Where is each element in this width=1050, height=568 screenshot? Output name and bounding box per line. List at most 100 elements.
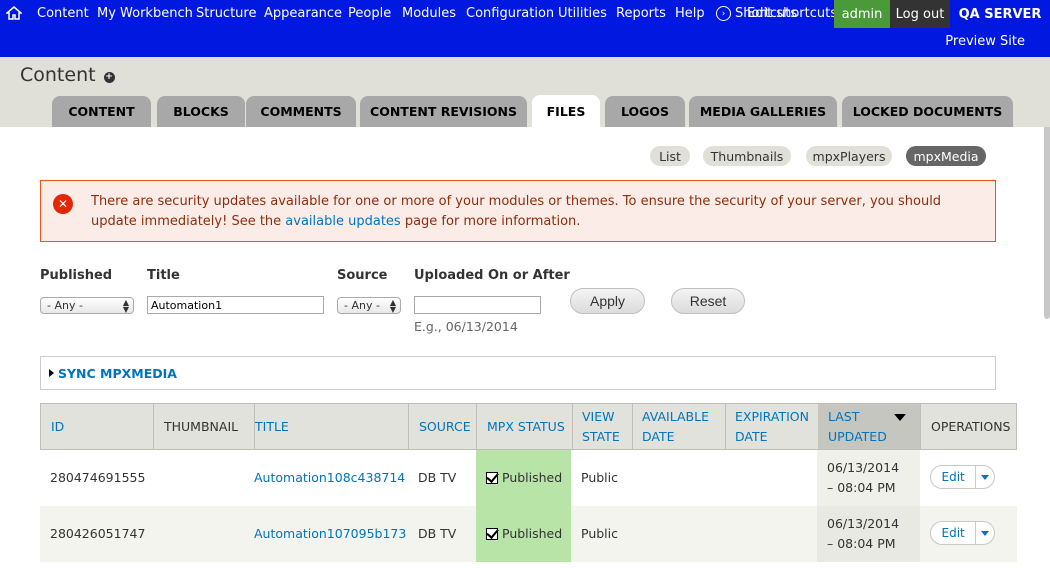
logout-link[interactable]: Log out <box>890 0 950 28</box>
published-label: Published <box>40 268 113 283</box>
preview-site-link[interactable]: Preview Site <box>945 34 1025 49</box>
cell-id: 280426051747 <box>50 526 146 541</box>
select-arrows-icon: ▲ ▼ <box>122 298 129 314</box>
tab-comments[interactable]: COMMENTS <box>246 96 356 127</box>
th-id[interactable]: ID <box>41 404 154 449</box>
cell-available-date <box>631 450 724 506</box>
cell-id: 280474691555 <box>50 470 146 485</box>
tab-blocks[interactable]: BLOCKS <box>157 96 245 127</box>
edit-dropbutton: Edit <box>930 465 995 489</box>
tab-media-galleries[interactable]: MEDIA GALLERIES <box>689 96 837 127</box>
sync-legend: SYNC MPXMEDIA <box>58 366 177 381</box>
user-account-link[interactable]: admin <box>834 0 890 28</box>
message-text: There are security updates available for… <box>91 192 981 232</box>
page-title: Content <box>20 64 96 86</box>
server-indicator: QA SERVER <box>958 6 1042 22</box>
updated-date: 06/13/2014 <box>827 460 900 475</box>
toolbar-item-help[interactable]: Help <box>675 6 705 21</box>
subtab-list[interactable]: List <box>650 146 690 166</box>
toolbar-item-configuration[interactable]: Configuration <box>466 6 554 21</box>
tab-files[interactable]: FILES <box>532 95 600 127</box>
tab-content[interactable]: CONTENT <box>52 96 151 127</box>
th-operations: OPERATIONS <box>931 418 1011 434</box>
toolbar-item-my-workbench[interactable]: My Workbench <box>97 6 193 21</box>
th-view-state[interactable]: VIEW STATE <box>572 404 633 449</box>
chevron-down-icon <box>981 474 990 480</box>
updated-time: – 08:04 PM <box>827 480 896 495</box>
th-available-line2: DATE <box>642 428 675 444</box>
cell-view-state: Public <box>581 470 618 485</box>
error-icon: ✕ <box>53 194 73 214</box>
cell-title-link[interactable]: Automation107095b173 <box>254 524 406 544</box>
cell-mpx-status: Published <box>476 506 571 562</box>
toolbar-item-modules[interactable]: Modules <box>402 6 456 21</box>
toolbar-menu: Content My Workbench Structure Appearanc… <box>0 0 1050 28</box>
dropdown-toggle[interactable] <box>976 474 994 480</box>
checkbox-checked-icon <box>486 528 498 540</box>
th-last-updated-line2: UPDATED <box>828 428 887 444</box>
dropdown-toggle[interactable] <box>976 530 994 536</box>
tab-locked-documents[interactable]: LOCKED DOCUMENTS <box>842 96 1013 127</box>
toolbar-item-people[interactable]: People <box>348 6 391 21</box>
uploaded-date-hint: E.g., 06/13/2014 <box>414 319 518 334</box>
th-source[interactable]: SOURCE <box>409 404 477 449</box>
select-arrows-icon: ▲ ▼ <box>389 298 396 314</box>
table-row: 280474691555 Automation108c438714 DB TV … <box>40 450 1017 506</box>
tab-logos[interactable]: LOGOS <box>605 96 685 127</box>
source-select-value: - Any - <box>344 299 380 312</box>
available-updates-link[interactable]: available updates <box>285 214 400 229</box>
th-last-updated-line1: LAST <box>828 408 860 424</box>
subtab-mpxmedia[interactable]: mpxMedia <box>906 146 986 166</box>
th-mpx-status[interactable]: MPX STATUS <box>477 404 573 449</box>
cell-last-updated: 06/13/2014 – 08:04 PM <box>817 506 920 562</box>
th-last-updated[interactable]: LAST UPDATED <box>818 404 921 449</box>
admin-toolbar: Content My Workbench Structure Appearanc… <box>0 0 1050 57</box>
th-title[interactable]: TITLE <box>245 404 409 449</box>
home-icon[interactable] <box>6 5 22 21</box>
toolbar-item-structure[interactable]: Structure <box>196 6 256 21</box>
uploaded-date-input[interactable] <box>414 296 541 314</box>
table-header: ID THUMBNAIL TITLE SOURCE MPX STATUS VIE… <box>40 403 1017 450</box>
source-label: Source <box>337 268 388 283</box>
cell-last-updated: 06/13/2014 – 08:04 PM <box>817 450 920 506</box>
th-expiration-date[interactable]: EXPIRATION DATE <box>725 404 819 449</box>
toolbar-item-reports[interactable]: Reports <box>616 6 666 21</box>
cell-expiration-date <box>724 450 817 506</box>
table-row: 280426051747 Automation107095b173 DB TV … <box>40 506 1017 562</box>
tab-content-revisions[interactable]: CONTENT REVISIONS <box>360 96 527 127</box>
apply-button[interactable]: Apply <box>570 288 645 314</box>
th-available-date[interactable]: AVAILABLE DATE <box>632 404 726 449</box>
cell-thumbnail <box>153 506 244 562</box>
cell-thumbnail <box>153 450 244 506</box>
cell-expiration-date <box>724 506 817 562</box>
sync-fieldset: SYNC MPXMEDIA <box>40 356 996 390</box>
cell-source: DB TV <box>418 526 457 541</box>
edit-button[interactable]: Edit <box>931 466 977 488</box>
title-input[interactable] <box>147 296 324 314</box>
cell-title-link[interactable]: Automation108c438714 <box>254 468 405 488</box>
shortcuts-toggle[interactable]: › Shortcuts Edit shortcuts <box>716 6 837 21</box>
toolbar-item-appearance[interactable]: Appearance <box>264 6 342 21</box>
sync-mpxmedia-toggle[interactable]: SYNC MPXMEDIA <box>49 366 177 381</box>
add-shortcut-icon[interactable]: + <box>103 71 115 83</box>
toolbar-item-utilities[interactable]: Utilities <box>558 6 607 21</box>
cell-source: DB TV <box>418 470 457 485</box>
cell-available-date <box>631 506 724 562</box>
toolbar-item-content[interactable]: Content <box>37 6 89 21</box>
th-thumbnail: THUMBNAIL <box>154 404 255 449</box>
subtab-thumbnails[interactable]: Thumbnails <box>703 146 791 166</box>
reset-button[interactable]: Reset <box>671 288 745 314</box>
edit-button[interactable]: Edit <box>931 522 977 544</box>
th-view-state-line1: VIEW <box>582 408 615 424</box>
security-warning-message: ✕ There are security updates available f… <box>40 180 996 242</box>
published-select[interactable]: - Any - ▲ ▼ <box>40 297 134 314</box>
subtab-mpxplayers[interactable]: mpxPlayers <box>806 146 892 166</box>
sort-descending-icon <box>894 414 906 421</box>
th-view-state-line2: STATE <box>582 428 620 444</box>
message-text-after: page for more information. <box>400 214 581 229</box>
source-select[interactable]: - Any - ▲ ▼ <box>337 297 401 314</box>
chevron-down-icon <box>981 530 990 536</box>
chevron-right-icon: › <box>716 6 731 21</box>
edit-shortcuts-link[interactable]: Edit shortcuts <box>747 6 837 21</box>
checkbox-checked-icon <box>486 472 498 484</box>
